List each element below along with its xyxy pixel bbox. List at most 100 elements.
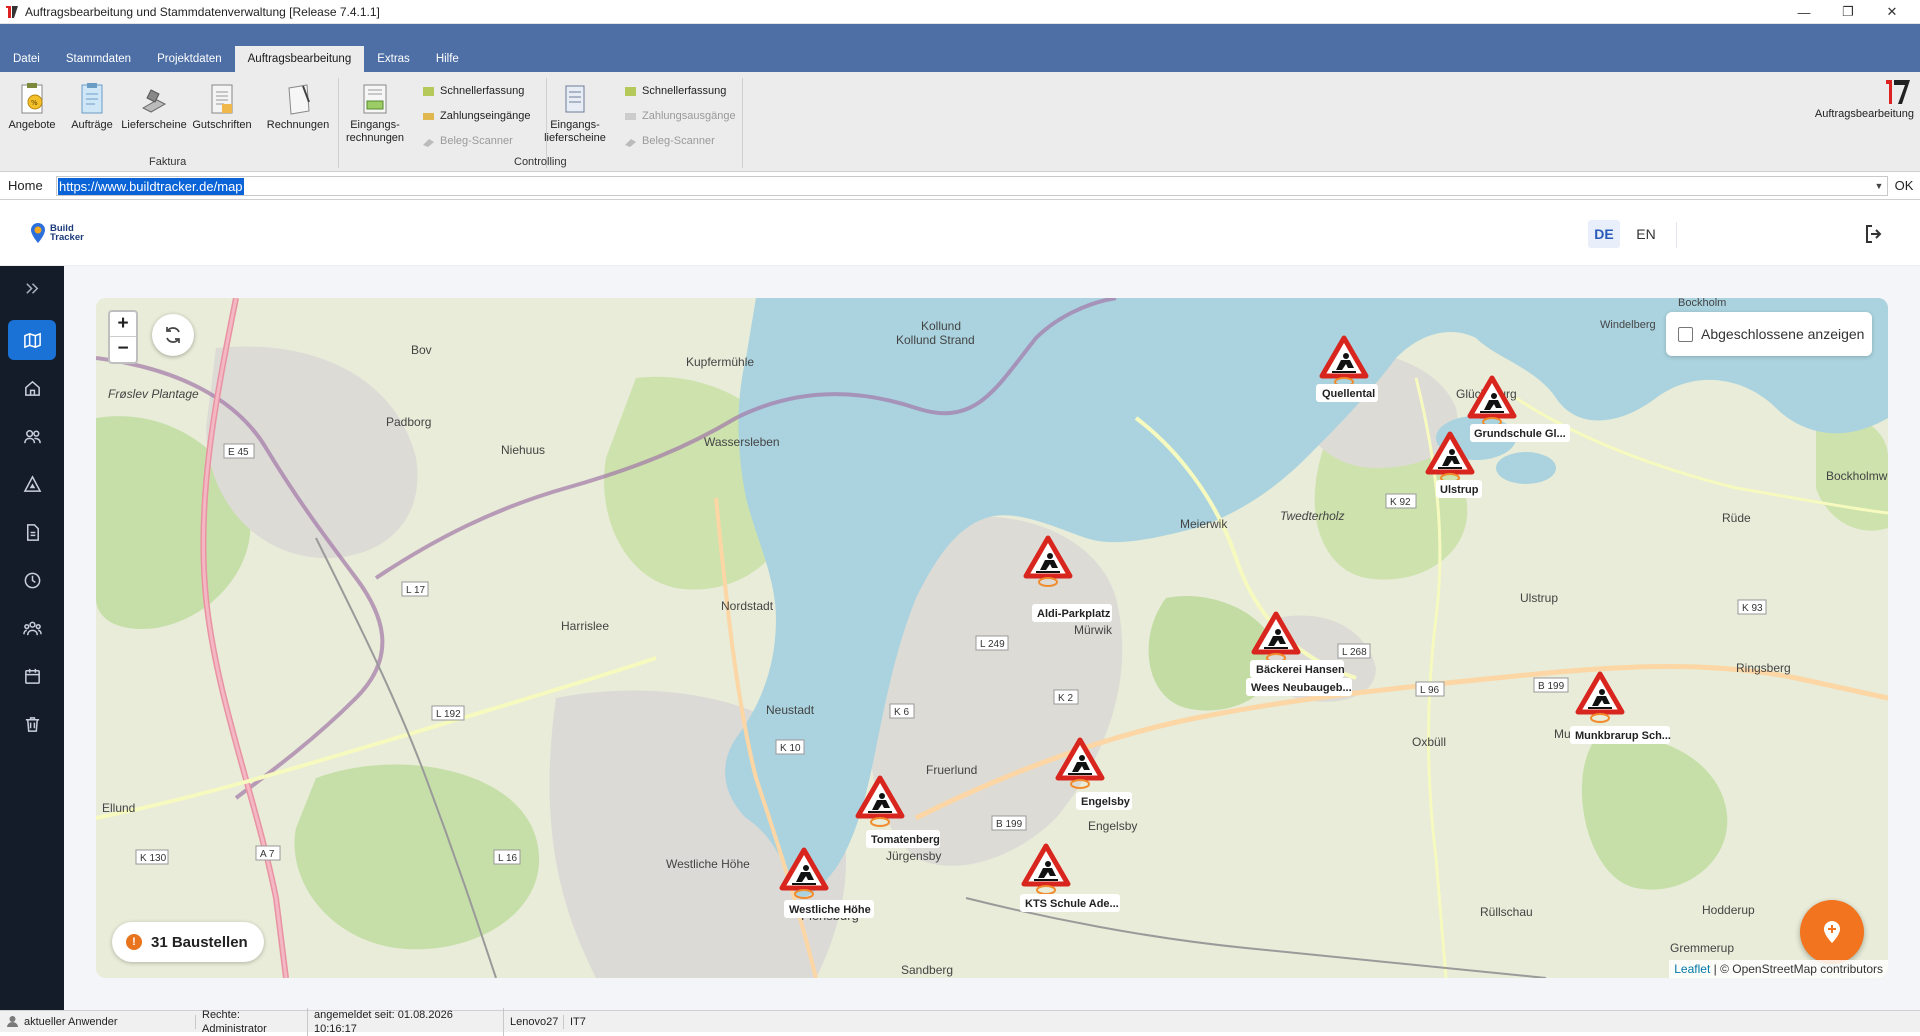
- place-label: Ringsberg: [1736, 661, 1791, 675]
- payment-in-icon: [423, 112, 434, 120]
- status-user: aktueller Anwender: [0, 1014, 196, 1029]
- zoom-in-button[interactable]: +: [110, 312, 136, 337]
- refresh-button[interactable]: [152, 314, 194, 356]
- zoom-out-button[interactable]: −: [110, 337, 136, 362]
- road-label: B 199: [1533, 677, 1569, 693]
- place-label: Padborg: [386, 415, 431, 429]
- refresh-icon: [166, 327, 180, 343]
- buildtracker-logo[interactable]: Build Tracker: [30, 222, 84, 244]
- leaflet-link[interactable]: Leaflet: [1674, 962, 1710, 976]
- quick-entry-icon: [423, 86, 434, 96]
- place-label: Rüllschau: [1480, 905, 1533, 919]
- site-label: Quellental: [1322, 388, 1375, 400]
- place-label: Oxbüll: [1412, 735, 1446, 749]
- rechnungen-label: Rechnungen: [266, 119, 330, 131]
- tab-auftragsbearbeitung[interactable]: Auftragsbearbeitung: [234, 46, 365, 72]
- tab-projektdaten[interactable]: Projektdaten: [144, 46, 235, 72]
- ribbon-separator: [338, 78, 339, 168]
- info-icon: !: [126, 934, 142, 950]
- ok-button[interactable]: OK: [1888, 172, 1920, 200]
- site-label: Tomatenberg: [871, 834, 940, 846]
- gutschriften-button[interactable]: Gutschriften: [190, 82, 254, 132]
- auftraege-label: Aufträge: [71, 119, 113, 131]
- svg-text:%: %: [31, 99, 38, 107]
- lang-de-button[interactable]: DE: [1588, 220, 1620, 248]
- gutschriften-label: Gutschriften: [192, 119, 252, 131]
- map[interactable]: Kollund Kollund Strand Bov Kupfermühle F…: [96, 298, 1888, 978]
- zahlungseingaenge-button[interactable]: Zahlungseingänge: [422, 107, 531, 125]
- beleg-scanner-button[interactable]: Beleg-Scanner: [422, 132, 513, 150]
- sidebar-clock-icon[interactable]: [8, 560, 56, 600]
- svg-text:L 17: L 17: [406, 585, 426, 596]
- road-label: L 96: [1415, 681, 1445, 697]
- sidebar-map-icon[interactable]: [8, 320, 56, 360]
- zahlungsausgaenge-button[interactable]: Zahlungsausgänge: [624, 107, 736, 125]
- map-attribution: Leaflet | © OpenStreetMap contributors: [1669, 960, 1888, 978]
- svg-text:K 6: K 6: [894, 707, 909, 718]
- site-label: Wees Neubaugeb...: [1251, 682, 1352, 694]
- auftraege-button[interactable]: Aufträge: [60, 82, 124, 132]
- sidebar-expand-icon[interactable]: [8, 268, 56, 308]
- place-label: Fruerlund: [926, 763, 977, 777]
- place-label: Neustadt: [766, 703, 815, 717]
- road-label: L 17: [401, 581, 429, 597]
- map-canvas[interactable]: Kollund Kollund Strand Bov Kupfermühle F…: [96, 298, 1888, 978]
- road-label: L 268: [1337, 643, 1371, 659]
- place-label: Bov: [411, 343, 432, 357]
- lieferscheine-button[interactable]: Lieferscheine: [121, 82, 187, 132]
- sidebar-team-icon[interactable]: [8, 608, 56, 648]
- show-completed-checkbox[interactable]: [1678, 326, 1693, 342]
- place-label: Gremmerup: [1670, 941, 1734, 955]
- road-label: E 45: [223, 443, 255, 459]
- header-divider: [1676, 222, 1677, 248]
- maximize-icon[interactable]: ❐: [1826, 0, 1870, 24]
- logout-icon[interactable]: [1862, 222, 1886, 246]
- place-label: Bockholm: [1678, 298, 1726, 309]
- site-label: Aldi-Parkplatz: [1037, 608, 1111, 620]
- eingangslieferscheine-button[interactable]: Eingangs- lieferscheine: [543, 82, 607, 145]
- zahlungsausgaenge-label: Zahlungsausgänge: [642, 110, 736, 122]
- minimize-icon[interactable]: —: [1782, 0, 1826, 24]
- angebote-button[interactable]: % Angebote: [0, 82, 64, 132]
- site-marker[interactable]: Wees Neubaugeb...: [1246, 678, 1352, 696]
- road-label: K 130: [135, 849, 169, 865]
- lang-en-button[interactable]: EN: [1630, 220, 1662, 248]
- tab-stammdaten[interactable]: Stammdaten: [53, 46, 144, 72]
- road-label: K 6: [889, 703, 915, 719]
- add-location-button[interactable]: [1800, 900, 1864, 964]
- tab-extras[interactable]: Extras: [364, 46, 423, 72]
- sidebar-users-icon[interactable]: [8, 416, 56, 456]
- sidebar-document-icon[interactable]: [8, 512, 56, 552]
- url-input[interactable]: https://www.buildtracker.de/map ▼: [56, 176, 1888, 196]
- osm-attribution: | © OpenStreetMap contributors: [1710, 962, 1883, 976]
- place-label: Kollund Strand: [896, 333, 975, 347]
- tab-hilfe[interactable]: Hilfe: [423, 46, 472, 72]
- road-label: K 2: [1053, 689, 1079, 705]
- location-pin-icon: [31, 223, 45, 243]
- road-label: K 92: [1385, 493, 1417, 509]
- place-label: Niehuus: [501, 443, 545, 457]
- url-dropdown-icon[interactable]: ▼: [1871, 177, 1887, 195]
- order-icon: [81, 83, 103, 114]
- url-text: https://www.buildtracker.de/map: [58, 177, 244, 195]
- sidebar-construction-icon[interactable]: [8, 464, 56, 504]
- credit-note-icon: [211, 84, 233, 114]
- close-icon[interactable]: ✕: [1870, 0, 1914, 24]
- eingangsrechnungen-button[interactable]: Eingangs- rechnungen: [343, 82, 407, 145]
- show-completed-toggle[interactable]: Abgeschlossene anzeigen: [1666, 312, 1872, 356]
- sidebar-calendar-icon[interactable]: [8, 656, 56, 696]
- zoom-control: + −: [108, 310, 138, 364]
- sidebar-home-icon[interactable]: [8, 368, 56, 408]
- beleg-scanner2-button[interactable]: Beleg-Scanner: [624, 132, 715, 150]
- tab-datei[interactable]: Datei: [0, 46, 53, 72]
- home-label[interactable]: Home: [0, 172, 51, 200]
- svg-text:L 96: L 96: [1420, 685, 1440, 696]
- svg-text:K 93: K 93: [1742, 603, 1763, 614]
- invoice-icon: [288, 84, 310, 115]
- schnellerfassung-button[interactable]: Schnellerfassung: [422, 82, 524, 100]
- place-label: Nordstadt: [721, 599, 774, 613]
- sidebar-trash-icon[interactable]: [8, 704, 56, 744]
- schnellerfassung2-button[interactable]: Schnellerfassung: [624, 82, 726, 100]
- place-label: Ulstrup: [1520, 591, 1558, 605]
- rechnungen-button[interactable]: Rechnungen: [266, 82, 330, 132]
